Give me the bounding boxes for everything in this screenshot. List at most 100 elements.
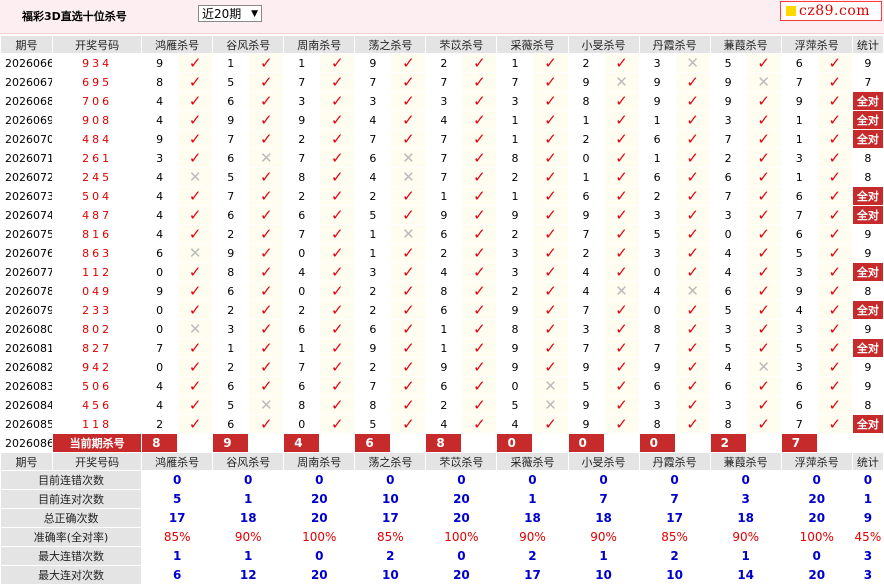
- result-cell: ✓: [532, 281, 569, 301]
- kill-number-table: 期号 开奖号码 鸿雁杀号 谷风杀号 周南杀号 荡之杀号 芣苡杀号 采薇杀号 小旻杀号 丹霞杀号 蒹葭…: [0, 35, 884, 585]
- kill-number: 7: [709, 186, 747, 206]
- current-kill-number: 0: [638, 433, 676, 453]
- result-cell: ✓: [603, 357, 640, 377]
- kill-number: 6: [780, 53, 818, 73]
- stat-count: 9: [851, 319, 884, 339]
- kill-number: 4: [709, 357, 747, 377]
- result-cell: ✓: [390, 414, 427, 434]
- result-cell: ✓: [532, 262, 569, 282]
- result-cell: ✓: [532, 414, 569, 434]
- check-icon: ✓: [615, 414, 628, 433]
- result-cell: ✓: [745, 395, 782, 415]
- result-cell: ✓: [319, 395, 356, 415]
- kill-number: 0: [709, 224, 747, 244]
- result-cell: ✓: [177, 262, 214, 282]
- result-cell: ✓: [816, 281, 853, 301]
- result-cell: ✓: [603, 129, 640, 149]
- empty-cell: [532, 433, 569, 453]
- result-cell: ✓: [248, 224, 285, 244]
- current-kill-number: 4: [283, 433, 321, 453]
- result-cell: ✓: [532, 338, 569, 358]
- stat-value: 10: [638, 565, 711, 585]
- result-cell: ✓: [390, 186, 427, 206]
- check-icon: ✓: [402, 414, 415, 433]
- check-icon: ✓: [757, 148, 770, 167]
- check-icon: ✓: [402, 262, 415, 281]
- check-icon: ✓: [828, 414, 842, 433]
- all-correct-badge: 全对: [851, 129, 884, 149]
- kill-number: 9: [496, 338, 534, 358]
- issue-number: 2026071: [0, 148, 54, 168]
- stat-count: 8: [851, 167, 884, 187]
- stat-label: 目前连错次数: [0, 470, 143, 490]
- check-icon: ✓: [259, 91, 273, 110]
- check-icon: ✓: [828, 243, 842, 262]
- kill-number: 7: [425, 72, 463, 92]
- kill-number: 1: [425, 319, 463, 339]
- check-icon: ✓: [757, 300, 770, 319]
- check-icon: ✓: [259, 357, 273, 376]
- result-cell: ✓: [461, 376, 498, 396]
- check-icon: ✓: [828, 91, 842, 110]
- column-header: 统计: [851, 452, 884, 471]
- result-cell: ✓: [532, 243, 569, 263]
- result-cell: ✓: [319, 338, 356, 358]
- result-cell: ✕: [177, 167, 214, 187]
- stat-value: 0: [212, 470, 285, 490]
- kill-number: 9: [212, 110, 250, 130]
- stat-value: 100%: [283, 527, 356, 547]
- check-icon: ✓: [828, 338, 842, 357]
- column-header: 荡之杀号: [354, 35, 427, 54]
- stat-value: 90%: [709, 527, 782, 547]
- check-icon: ✓: [544, 53, 557, 72]
- result-cell: ✓: [745, 338, 782, 358]
- kill-number: 6: [425, 224, 463, 244]
- period-select[interactable]: 近20期 ▼: [198, 5, 262, 22]
- column-header: 丹霞杀号: [638, 452, 711, 471]
- result-cell: ✓: [745, 300, 782, 320]
- column-header: 开奖号码: [52, 35, 143, 54]
- result-cell: ✓: [177, 300, 214, 320]
- check-icon: ✓: [402, 186, 415, 205]
- check-icon: ✓: [686, 262, 699, 281]
- check-icon: ✓: [615, 224, 628, 243]
- result-cell: ✓: [177, 357, 214, 377]
- kill-number: 6: [425, 376, 463, 396]
- site-logo[interactable]: cz89.com: [780, 1, 882, 21]
- kill-number: 3: [638, 205, 676, 225]
- result-cell: ✓: [532, 91, 569, 111]
- result-cell: ✕: [248, 395, 285, 415]
- kill-number: 2: [283, 129, 321, 149]
- check-icon: ✓: [686, 224, 699, 243]
- result-cell: ✓: [248, 262, 285, 282]
- kill-number: 7: [354, 376, 392, 396]
- current-kill-number: 9: [212, 433, 250, 453]
- kill-number: 2: [709, 148, 747, 168]
- stat-value: 18: [212, 508, 285, 528]
- check-icon: ✓: [331, 357, 344, 376]
- kill-number: 4: [141, 224, 179, 244]
- kill-number: 6: [212, 148, 250, 168]
- kill-number: 6: [638, 167, 676, 187]
- result-cell: ✓: [319, 414, 356, 434]
- result-cell: ✓: [674, 186, 711, 206]
- check-icon: ✓: [757, 53, 770, 72]
- check-icon: ✓: [331, 243, 344, 262]
- table-row: 2026085 118 2 ✓ 6 ✓ 0 ✓ 5 ✓ 4 ✓ 4 ✓ 9 ✓ 8 ✓ 8 ✓ 7 ✓ 全对: [0, 414, 884, 434]
- check-icon: ✓: [757, 338, 770, 357]
- check-icon: ✓: [331, 186, 344, 205]
- kill-number: 1: [283, 53, 321, 73]
- result-cell: ✓: [248, 72, 285, 92]
- stat-row: 总正确次数 17 18 20 17 20 18 18 17 18 20 9: [0, 508, 884, 528]
- issue-number: 2026086: [0, 433, 54, 453]
- check-icon: ✓: [544, 91, 557, 110]
- result-cell: ✓: [674, 205, 711, 225]
- check-icon: ✓: [259, 243, 273, 262]
- result-cell: ✓: [248, 414, 285, 434]
- result-cell: ✓: [461, 262, 498, 282]
- kill-number: 6: [709, 167, 747, 187]
- result-cell: ✓: [390, 205, 427, 225]
- issue-number: 2026068: [0, 91, 54, 111]
- result-cell: ✓: [745, 167, 782, 187]
- kill-number: 8: [425, 281, 463, 301]
